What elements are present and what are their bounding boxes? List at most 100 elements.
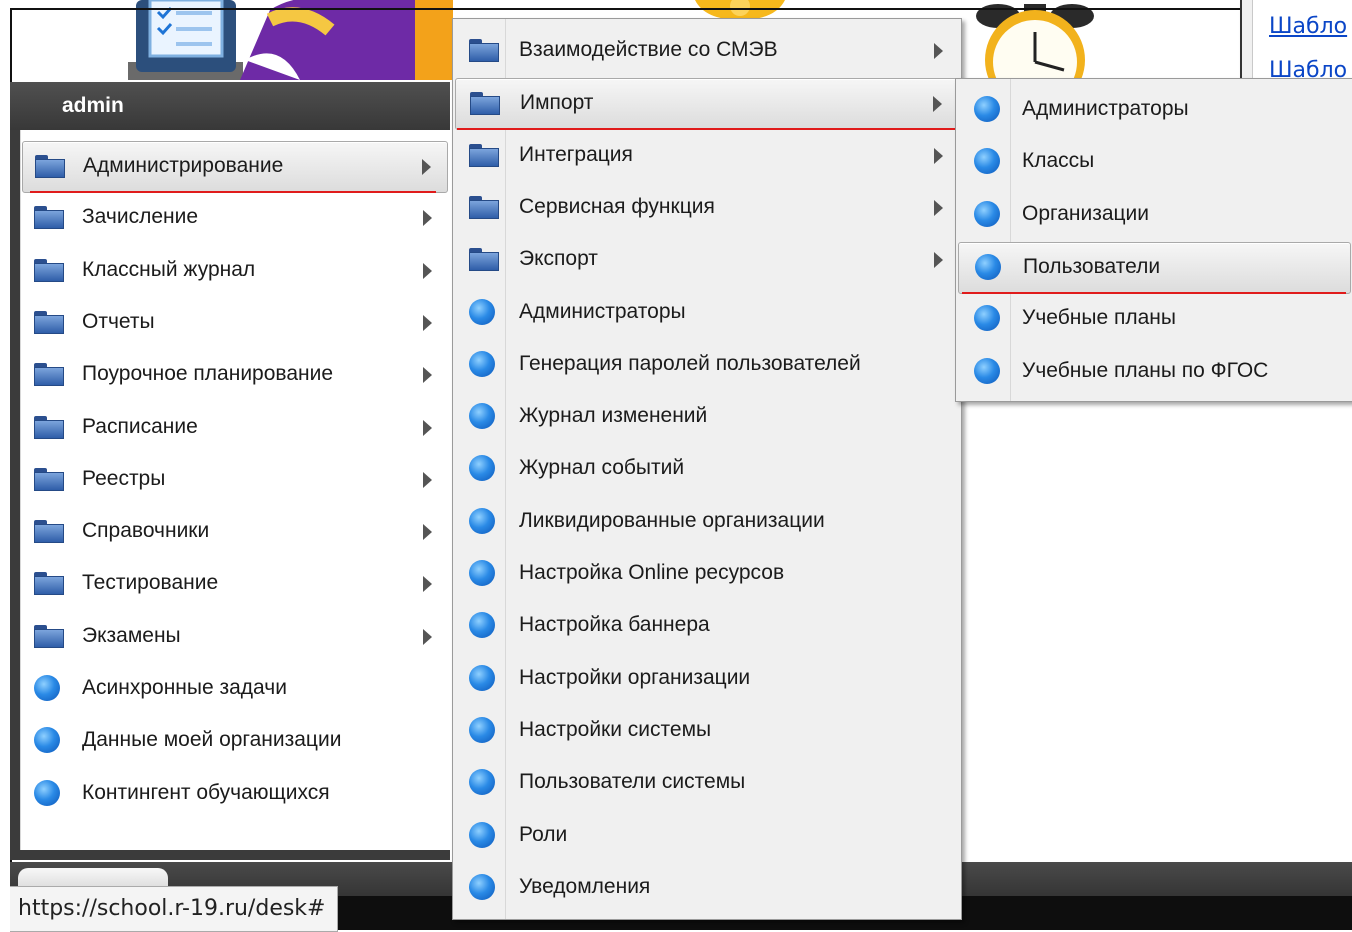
import-menu-item[interactable]: Организации [958, 190, 1351, 240]
submenu-arrow-icon [423, 314, 432, 331]
blue-ball-icon [469, 350, 495, 377]
admin-menu-item-label: Ликвидированные организации [519, 508, 825, 532]
admin-menu-item[interactable]: Журнал изменений [455, 392, 959, 442]
blue-ball-icon [34, 727, 60, 754]
admin-menu-item-label: Администраторы [519, 299, 686, 323]
folder-icon [469, 143, 499, 167]
blue-ball-icon [974, 148, 1000, 175]
status-bar-url: https://school.r-19.ru/desk# [10, 886, 339, 932]
admin-menu-item[interactable]: Экспорт [455, 235, 959, 285]
start-menu-panel: admin Администрирование Зачисление Классны… [10, 82, 450, 860]
import-menu-item[interactable]: Пользователи [958, 241, 1351, 294]
orange-desktop-icon[interactable] [415, 0, 453, 80]
submenu-arrow-icon [423, 262, 432, 279]
blue-ball-icon [34, 675, 60, 701]
blue-ball-icon [469, 873, 495, 900]
blue-ball-icon [469, 507, 495, 534]
admin-menu-item-label: Интеграция [519, 142, 633, 166]
folder-icon [469, 39, 499, 62]
admin-menu-item[interactable]: Настройка Online ресурсов [455, 549, 959, 599]
start-menu-item[interactable]: Администрирование [22, 141, 448, 193]
blue-ball-icon [469, 769, 495, 796]
start-menu-item[interactable]: Классный журнал [22, 246, 448, 296]
start-menu-item[interactable]: Реестры [22, 455, 448, 505]
submenu-arrow-icon [934, 252, 943, 269]
admin-menu-item[interactable]: Настройки системы [455, 706, 959, 756]
blue-ball-icon [974, 200, 1000, 227]
desktop-frame-top [10, 8, 1250, 10]
folder-icon [34, 258, 64, 282]
import-menu-item[interactable]: Учебные планы по ФГОС [958, 347, 1351, 397]
admin-menu-item[interactable]: Интеграция [455, 131, 959, 181]
start-menu-item[interactable]: Экзамены [22, 612, 448, 662]
blue-ball-icon [974, 305, 1000, 332]
submenu-arrow-icon [934, 147, 943, 164]
start-menu-item[interactable]: Отчеты [22, 298, 448, 348]
start-menu-item-label: Тестирование [82, 571, 219, 595]
start-menu-item[interactable]: Справочники [22, 507, 448, 557]
submenu-arrow-icon [422, 159, 431, 175]
alarm-clock-desktop-icon[interactable] [968, 0, 1103, 82]
admin-menu-item[interactable]: Взаимодействие со СМЭВ [455, 26, 959, 76]
admin-menu-item[interactable]: Генерация паролей пользователей [455, 340, 959, 390]
import-menu-item[interactable]: Администраторы [958, 85, 1351, 135]
start-menu-item-label: Реестры [82, 466, 166, 490]
import-menu-item-label: Учебные планы [1022, 306, 1176, 330]
admin-menu-item[interactable]: Администраторы [455, 288, 959, 338]
submenu-arrow-icon [423, 419, 432, 436]
admin-menu-item[interactable]: Уведомления [455, 863, 959, 913]
start-menu-item[interactable]: Расписание [22, 403, 448, 453]
admin-menu-item-label: Сервисная функция [519, 194, 715, 218]
import-menu-item[interactable]: Классы [958, 137, 1351, 187]
blue-ball-icon [974, 96, 1000, 122]
folder-icon [34, 363, 64, 387]
admin-menu-item[interactable]: Настройки организации [455, 654, 959, 704]
import-submenu: Администраторы Классы Организации Пользоват… [955, 78, 1352, 402]
start-menu-item-label: Классный журнал [82, 257, 256, 281]
template-link-1[interactable]: Шабло [1269, 14, 1347, 39]
start-menu-header: admin [10, 82, 450, 130]
admin-menu-item-label: Настройка баннера [519, 613, 710, 637]
folder-icon [34, 415, 64, 439]
start-menu-item-label: Контингент обучающихся [82, 780, 330, 804]
submenu-arrow-icon [934, 43, 943, 59]
folder-icon [34, 624, 64, 648]
blue-ball-icon [469, 821, 495, 848]
folder-icon [34, 572, 64, 596]
checklist-desktop-icon[interactable] [128, 0, 243, 80]
blue-ball-icon [469, 455, 495, 482]
blue-ball-icon [469, 716, 495, 743]
admin-menu-item-label: Роли [519, 822, 568, 846]
start-menu-item[interactable]: Зачисление [22, 193, 448, 243]
blue-ball-icon [469, 298, 495, 325]
import-menu-item-label: Пользователи [1023, 254, 1161, 278]
admin-menu-item[interactable]: Роли [455, 811, 959, 861]
folder-icon [34, 206, 64, 230]
start-menu-item[interactable]: Асинхронные задачи [22, 664, 448, 714]
blue-ball-icon [974, 357, 1000, 384]
admin-menu-item-label: Журнал изменений [519, 404, 708, 428]
admin-menu-item-label: Взаимодействие со СМЭВ [519, 38, 778, 61]
start-menu-item[interactable]: Данные моей организации [22, 716, 448, 766]
import-menu-item[interactable]: Учебные планы [958, 294, 1351, 344]
admin-menu-item[interactable]: Журнал событий [455, 444, 959, 494]
import-menu-item-label: Учебные планы по ФГОС [1022, 358, 1269, 382]
admin-menu-item[interactable]: Настройка баннера [455, 601, 959, 651]
menu-gutter [20, 130, 21, 850]
admin-menu-item-label: Настройки организации [519, 665, 751, 689]
admin-menu-item[interactable]: Сервисная функция [455, 183, 959, 233]
submenu-arrow-icon [423, 628, 432, 645]
admin-menu-item[interactable]: Ликвидированные организации [455, 497, 959, 547]
purple-desktop-icon[interactable] [240, 0, 415, 80]
administration-submenu: Взаимодействие со СМЭВ Импорт Интеграция Се… [452, 18, 962, 920]
start-menu-item[interactable]: Тестирование [22, 559, 448, 609]
start-menu-item[interactable]: Поурочное планирование [22, 350, 448, 400]
admin-menu-item-label: Пользователи системы [519, 770, 746, 794]
import-menu-item-label: Администраторы [1022, 97, 1189, 120]
yellow-desktop-icon[interactable] [695, 0, 785, 20]
start-menu-item[interactable]: Контингент обучающихся [22, 769, 448, 819]
start-menu-item-label: Асинхронные задачи [82, 676, 287, 699]
admin-menu-item[interactable]: Импорт [455, 78, 959, 131]
admin-menu-item[interactable]: Пользователи системы [455, 758, 959, 808]
start-menu-item-label: Экзамены [82, 623, 181, 647]
